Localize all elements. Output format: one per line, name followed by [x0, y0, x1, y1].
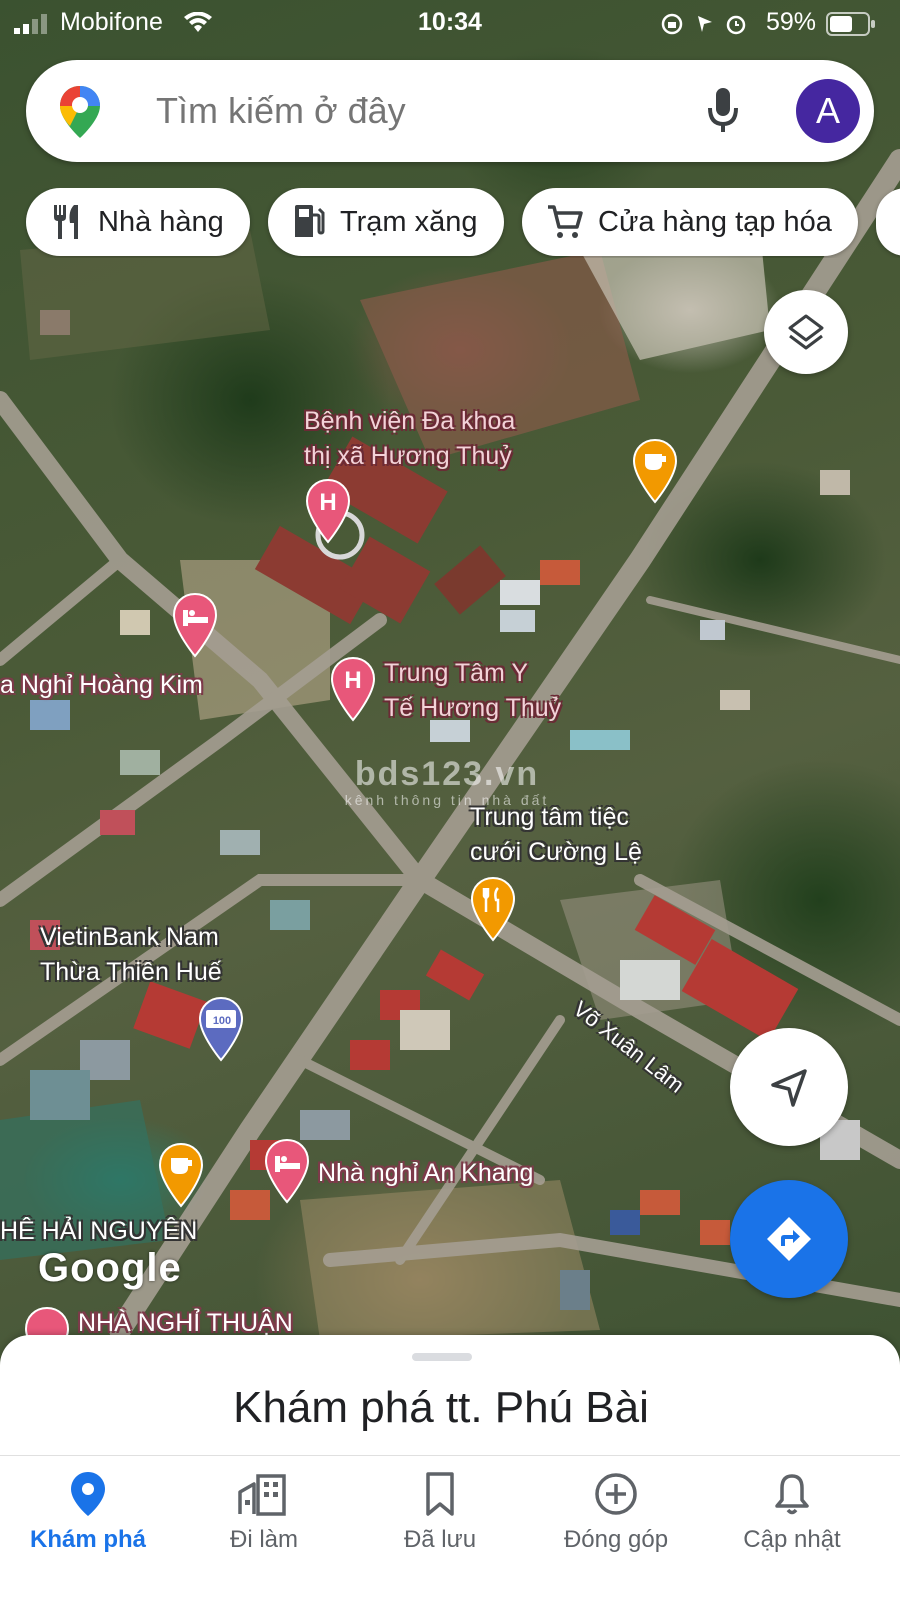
shopping-cart-icon — [548, 205, 583, 238]
chip-more[interactable] — [876, 188, 900, 256]
hotel-pin-icon[interactable] — [172, 592, 218, 658]
google-maps-logo-icon — [60, 86, 100, 138]
svg-text:H: H — [344, 667, 361, 694]
place-label-line: Trung Tâm Y — [384, 659, 529, 687]
battery-icon — [826, 12, 875, 36]
nav-tab-saved[interactable]: Đã lưu — [352, 1456, 528, 1600]
layers-button[interactable] — [764, 290, 848, 374]
gas-station-icon — [295, 205, 325, 237]
microphone-icon[interactable] — [706, 86, 740, 136]
status-icons — [661, 13, 746, 35]
nav-label: Cập nhật — [743, 1526, 841, 1553]
nav-tab-commute[interactable]: Đi làm — [176, 1456, 352, 1600]
my-location-button[interactable] — [730, 1028, 848, 1146]
place-label-line: a Nghỉ Hoàng Kim — [0, 671, 203, 699]
nav-tab-explore[interactable]: Khám phá — [0, 1456, 176, 1600]
place-label-hoang-kim[interactable]: a Nghỉ Hoàng Kim — [0, 668, 203, 703]
place-label-line: Thừa Thiên Huế — [40, 958, 222, 986]
navigation-arrow-icon — [771, 1069, 807, 1107]
status-time: 10:34 — [418, 8, 482, 36]
place-label-line: Nhà nghỉ An Khang — [318, 1159, 534, 1187]
avatar[interactable]: A — [796, 79, 860, 143]
explore-title: Khám phá tt. Phú Bài — [233, 1383, 649, 1432]
restaurant-pin-icon[interactable] — [470, 876, 516, 942]
place-label-health-center[interactable]: Trung Tâm Y Tế Hương Thuỷ — [384, 656, 561, 726]
cafe-pin-icon[interactable] — [632, 438, 678, 504]
status-bar: Mobifone 10:34 59% — [0, 0, 900, 48]
place-label-line: HÊ HẢI NGUYÊN — [0, 1217, 198, 1245]
watermark-subtitle: kênh thông tin nhà đất — [344, 792, 550, 808]
nav-label: Đã lưu — [403, 1526, 477, 1553]
atm-pin-icon[interactable]: 100 — [198, 996, 244, 1062]
location-arrow-icon — [698, 16, 712, 32]
svg-text:H: H — [319, 489, 336, 516]
directions-button[interactable] — [730, 1180, 848, 1298]
chip-label: Trạm xăng — [340, 205, 478, 238]
chip-gas-stations[interactable]: Trạm xăng — [268, 188, 504, 256]
place-label-line: Bệnh viện Đa khoa — [304, 407, 516, 435]
place-label-hospital[interactable]: Bệnh viện Đa khoa thị xã Hương Thuỷ — [304, 404, 515, 474]
add-circle-icon — [595, 1473, 637, 1515]
health-center-pin-icon[interactable]: H — [330, 656, 376, 722]
bookmark-icon — [426, 1472, 454, 1516]
directions-icon — [767, 1217, 811, 1261]
place-label-line: Tế Hương Thuỷ — [384, 694, 562, 722]
place-label-wedding-center[interactable]: Trung tâm tiệc cưới Cường Lệ — [470, 800, 642, 870]
nav-tab-contribute[interactable]: Đóng góp — [528, 1456, 704, 1600]
restaurant-icon — [54, 205, 78, 239]
place-label-hai-nguyen[interactable]: HÊ HẢI NGUYÊN — [0, 1214, 197, 1249]
watermark: bds123.vn kênh thông tin nhà đất — [332, 755, 562, 808]
bank-badge: 100 — [213, 1015, 231, 1027]
sheet-handle[interactable] — [412, 1353, 472, 1361]
search-bar[interactable]: A — [26, 60, 874, 162]
nav-tab-updates[interactable]: Cập nhật — [704, 1456, 880, 1600]
nav-label: Khám phá — [29, 1526, 146, 1553]
chip-restaurants[interactable]: Nhà hàng — [26, 188, 250, 256]
alarm-icon — [726, 15, 746, 35]
search-input[interactable] — [156, 90, 676, 132]
bell-icon — [775, 1474, 809, 1515]
chip-label: Cửa hàng tạp hóa — [598, 205, 832, 238]
hotel-pin-icon[interactable] — [264, 1138, 310, 1204]
chip-grocery[interactable]: Cửa hàng tạp hóa — [522, 188, 858, 256]
category-chips: Nhà hàng Trạm xăng Cửa hàng tạp hóa — [0, 188, 900, 258]
layers-icon — [788, 314, 824, 350]
place-label-line: thị xã Hương Thuỷ — [304, 442, 512, 470]
place-label-line: cưới Cường Lệ — [470, 838, 642, 866]
explore-sheet[interactable]: Khám phá tt. Phú Bài — [0, 1335, 900, 1455]
cafe-pin-icon[interactable] — [158, 1142, 204, 1208]
commute-building-icon — [238, 1474, 286, 1516]
explore-pin-icon — [71, 1472, 105, 1516]
watermark-title: bds123.vn — [354, 755, 540, 793]
battery-percent: 59% — [766, 8, 817, 36]
place-label-an-khang[interactable]: Nhà nghỉ An Khang — [318, 1156, 533, 1191]
hospital-pin-icon[interactable]: H — [305, 478, 351, 544]
place-label-line: VietinBank Nam — [40, 923, 219, 951]
chip-label: Nhà hàng — [98, 205, 224, 238]
google-logo: Google — [38, 1246, 182, 1290]
bottom-nav: Khám phá Đi làm Đã lưu Đóng góp Cập nhật — [0, 1455, 900, 1600]
rotation-lock-icon — [661, 13, 683, 35]
nav-label: Đóng góp — [563, 1526, 669, 1553]
nav-label: Đi làm — [229, 1526, 298, 1553]
place-label-vietinbank[interactable]: VietinBank Nam Thừa Thiên Huế — [40, 920, 222, 990]
